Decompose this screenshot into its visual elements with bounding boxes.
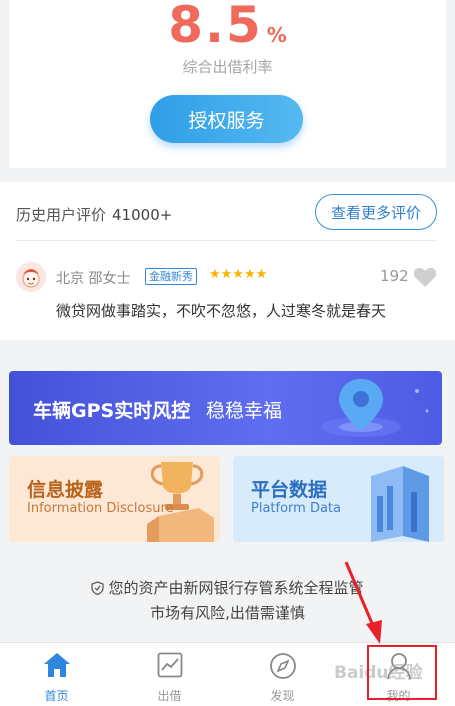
avatar xyxy=(16,262,46,292)
reviews-section: 历史用户评价 41000+ 查看更多评价 北京 邵女士 金融新秀 ★★★★★ 19… xyxy=(0,182,455,340)
compass-icon xyxy=(269,653,296,679)
authorize-service-button[interactable]: 授权服务 xyxy=(150,95,303,143)
bar-chart-icon xyxy=(371,466,429,542)
tab-invest[interactable]: 出借 xyxy=(113,643,226,706)
reviewer-badge: 金融新秀 xyxy=(145,268,197,285)
chart-icon xyxy=(157,652,182,678)
page: 8.5% 综合出借利率 授权服务 历史用户评价 41000+ 查看更多评价 北京 … xyxy=(0,0,455,706)
tile-title: 平台数据 xyxy=(251,479,328,501)
tab-home[interactable]: 首页 xyxy=(0,643,113,706)
like-count: 192 xyxy=(380,267,409,285)
reviews-count: 41000+ xyxy=(112,206,173,224)
information-disclosure-tile[interactable]: 信息披露 Information Disclosure xyxy=(9,456,220,542)
home-icon xyxy=(43,653,70,677)
shield-icon xyxy=(91,581,105,595)
tile-title: 信息披露 xyxy=(27,479,104,501)
platform-data-tile[interactable]: 平台数据 Platform Data xyxy=(233,456,444,542)
rate-unit: % xyxy=(266,23,287,47)
more-reviews-button[interactable]: 查看更多评价 xyxy=(315,194,437,230)
tile-subtitle: Information Disclosure xyxy=(27,501,174,516)
promo-subtitle: 稳稳幸福 xyxy=(206,400,283,422)
reviews-heading: 历史用户评价 41000+ xyxy=(16,204,172,225)
location-pin-icon xyxy=(321,379,429,437)
promo-title: 车辆GPS实时风控 xyxy=(33,400,191,422)
rate-label: 综合出借利率 xyxy=(182,58,273,76)
gps-risk-control-banner[interactable]: 车辆GPS实时风控 稳稳幸福 xyxy=(9,371,442,445)
rate-value: 8.5% xyxy=(9,0,446,54)
divider xyxy=(16,240,437,241)
custody-notice-text: 您的资产由新网银行存管系统全程监管 xyxy=(108,579,364,597)
trophy-icon xyxy=(147,462,214,542)
annotation-highlight-box xyxy=(367,645,437,700)
reviewer-name: 北京 邵女士 xyxy=(56,271,131,287)
rate-number: 8.5 xyxy=(168,0,263,54)
tab-label: 出借 xyxy=(157,689,182,703)
annotation-arrow xyxy=(344,561,382,644)
tab-label: 首页 xyxy=(44,689,69,703)
rating-stars: ★★★★★ xyxy=(209,267,268,282)
reviews-title: 历史用户评价 xyxy=(16,206,107,224)
tile-subtitle: Platform Data xyxy=(251,501,341,516)
tab-discover[interactable]: 发现 xyxy=(226,643,339,706)
tab-label: 发现 xyxy=(270,689,295,703)
review-text: 微贷网做事踏实，不吹不忽悠，人过寒冬就是春天 xyxy=(56,302,387,320)
heart-icon[interactable] xyxy=(413,266,437,292)
rate-card: 8.5% 综合出借利率 授权服务 xyxy=(9,0,446,168)
